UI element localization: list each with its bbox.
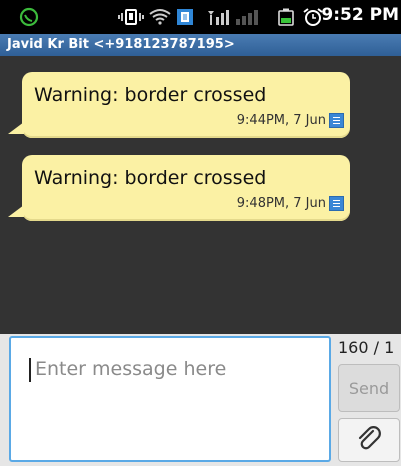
message-timestamp: 9:44PM, 7 Jun (236, 113, 326, 128)
delivery-report-icon (329, 196, 344, 211)
text-cursor (29, 358, 31, 382)
message-text: Warning: border crossed (34, 167, 267, 189)
message-bubble[interactable]: Warning: border crossed 9:48PM, 7 Jun (8, 155, 350, 221)
notification-icon (176, 7, 194, 27)
message-bubble[interactable]: Warning: border crossed 9:44PM, 7 Jun (8, 72, 350, 138)
status-time: 9:52 PM (321, 5, 399, 25)
message-text: Warning: border crossed (34, 84, 267, 106)
whatsapp-icon (18, 7, 40, 27)
battery-icon (276, 7, 296, 27)
message-list[interactable]: Warning: border crossed 9:44PM, 7 Jun Wa… (0, 56, 401, 334)
delivery-report-icon (329, 113, 344, 128)
message-placeholder: Enter message here (35, 358, 227, 380)
signal-icon (206, 7, 264, 27)
attach-button[interactable] (338, 418, 400, 462)
compose-area: Enter message here 160 / 1 Send (0, 334, 401, 466)
paperclip-icon (358, 426, 381, 450)
send-button[interactable]: Send (338, 364, 400, 412)
status-bar: 9:52 PM (0, 0, 401, 34)
message-timestamp: 9:48PM, 7 Jun (236, 196, 326, 211)
contact-name: Javid Kr Bit <+918123787195> (7, 37, 235, 52)
character-counter: 160 / 1 (338, 338, 395, 357)
vibrate-icon (118, 7, 144, 27)
contact-header: Javid Kr Bit <+918123787195> (0, 34, 401, 56)
wifi-icon (148, 7, 172, 27)
message-input[interactable]: Enter message here (9, 336, 331, 462)
